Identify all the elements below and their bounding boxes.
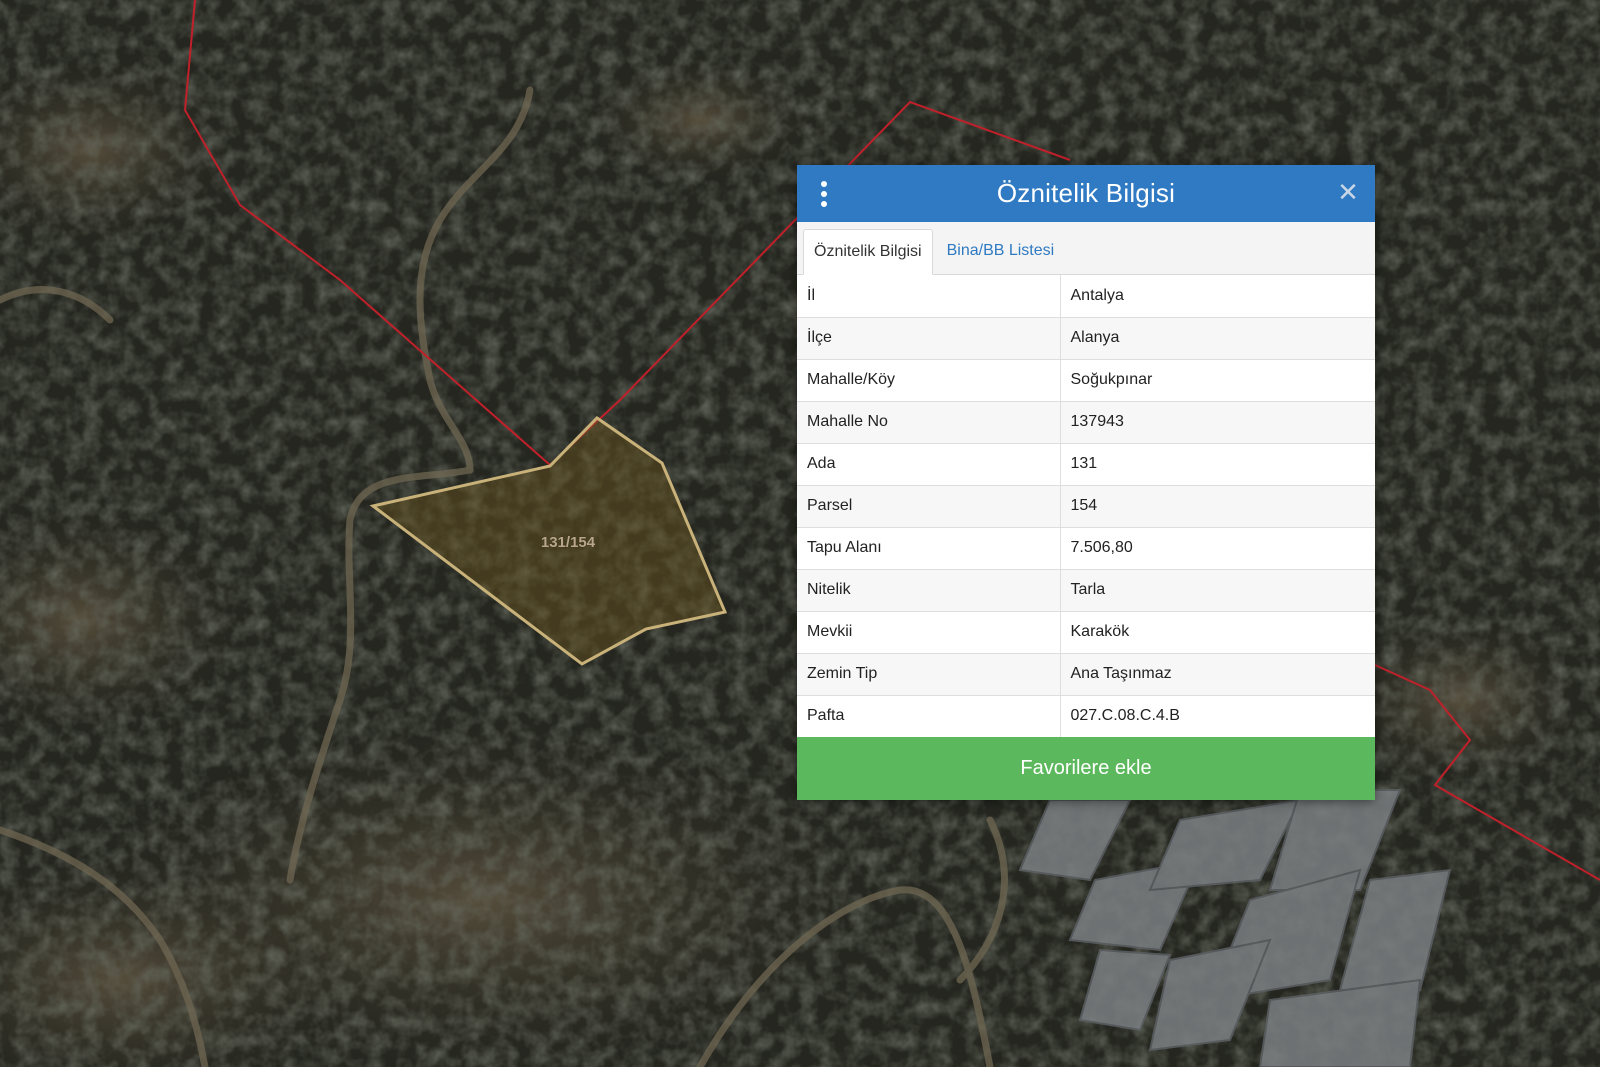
attribute-key: İl bbox=[797, 275, 1061, 318]
table-row: İl Antalya bbox=[797, 275, 1375, 318]
add-to-favorites-button[interactable]: Favorilere ekle bbox=[797, 737, 1375, 800]
attribute-value: 137943 bbox=[1060, 401, 1375, 444]
table-row: Mevkii Karakök bbox=[797, 611, 1375, 654]
attribute-value: 131 bbox=[1060, 443, 1375, 486]
attribute-info-panel: Öznitelik Bilgisi ✕ Öznitelik Bilgisi Bi… bbox=[797, 165, 1375, 800]
attribute-key: Parsel bbox=[797, 485, 1061, 528]
attribute-key: Mevkii bbox=[797, 611, 1061, 654]
attribute-key: Tapu Alanı bbox=[797, 527, 1061, 570]
close-icon[interactable]: ✕ bbox=[1335, 179, 1361, 205]
attribute-value: Antalya bbox=[1060, 275, 1375, 318]
table-row: Ada 131 bbox=[797, 443, 1375, 486]
attribute-key: Mahalle No bbox=[797, 401, 1061, 444]
attribute-key: Zemin Tip bbox=[797, 653, 1061, 696]
attribute-key: Pafta bbox=[797, 695, 1061, 737]
attribute-key: Nitelik bbox=[797, 569, 1061, 612]
attribute-key: İlçe bbox=[797, 317, 1061, 360]
table-row: Nitelik Tarla bbox=[797, 569, 1375, 612]
panel-header: Öznitelik Bilgisi ✕ bbox=[797, 165, 1375, 222]
attribute-value: Karakök bbox=[1060, 611, 1375, 654]
attribute-value: 027.C.08.C.4.B bbox=[1060, 695, 1375, 737]
attribute-value: Alanya bbox=[1060, 317, 1375, 360]
table-row: Parsel 154 bbox=[797, 485, 1375, 528]
attribute-key: Ada bbox=[797, 443, 1061, 486]
attribute-key: Mahalle/Köy bbox=[797, 359, 1061, 402]
attribute-value: 154 bbox=[1060, 485, 1375, 528]
table-row: İlçe Alanya bbox=[797, 317, 1375, 360]
attribute-value: Ana Taşınmaz bbox=[1060, 653, 1375, 696]
table-row: Mahalle No 137943 bbox=[797, 401, 1375, 444]
parcel-label: 131/154 bbox=[541, 534, 596, 551]
tab-attribute-info[interactable]: Öznitelik Bilgisi bbox=[803, 229, 933, 275]
attribute-value: Tarla bbox=[1060, 569, 1375, 612]
panel-title: Öznitelik Bilgisi bbox=[996, 178, 1176, 208]
vertical-ellipsis-icon[interactable] bbox=[819, 181, 829, 207]
attribute-value: Soğukpınar bbox=[1060, 359, 1375, 402]
table-row: Tapu Alanı 7.506,80 bbox=[797, 527, 1375, 570]
table-row: Pafta 027.C.08.C.4.B bbox=[797, 695, 1375, 737]
attribute-table: İl Antalya İlçe Alanya Mahalle/Köy Soğuk… bbox=[797, 275, 1375, 737]
table-row: Zemin Tip Ana Taşınmaz bbox=[797, 653, 1375, 696]
tab-building-list[interactable]: Bina/BB Listesi bbox=[937, 228, 1065, 274]
attribute-value: 7.506,80 bbox=[1060, 527, 1375, 570]
table-row: Mahalle/Köy Soğukpınar bbox=[797, 359, 1375, 402]
panel-tabs: Öznitelik Bilgisi Bina/BB Listesi bbox=[797, 222, 1375, 275]
